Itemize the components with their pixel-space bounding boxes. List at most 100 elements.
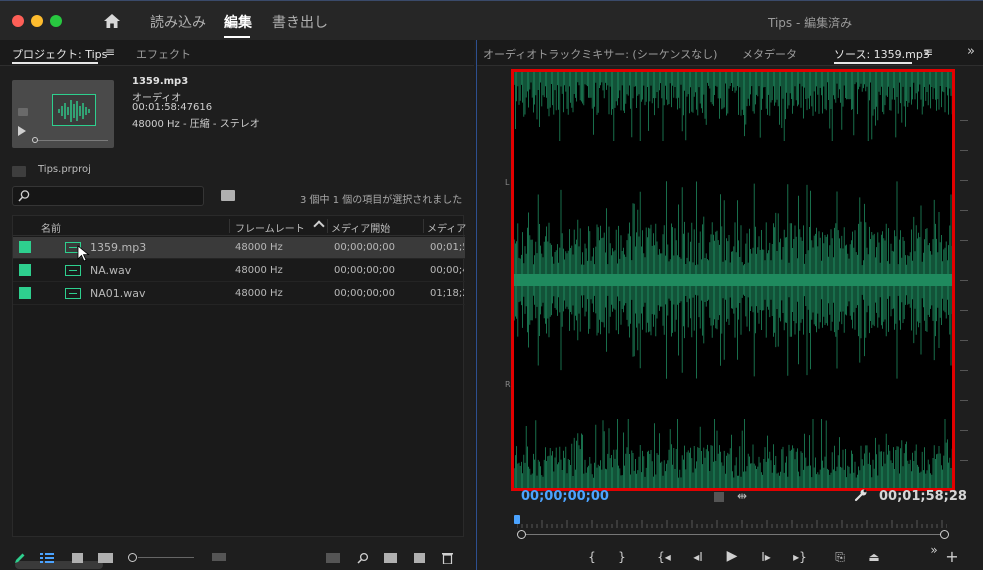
panel-menu-icon[interactable]: ≡ — [105, 45, 115, 59]
sort-ascending-icon[interactable] — [313, 220, 325, 232]
go-to-out-button[interactable]: ▸} — [791, 550, 809, 564]
zoom-scroll-knob-left[interactable] — [517, 530, 526, 539]
tab-effects[interactable]: エフェクト — [136, 46, 191, 62]
play-button[interactable]: ▶ — [723, 548, 741, 564]
close-window-button[interactable] — [12, 15, 24, 27]
tab-audio-track-mixer[interactable]: オーディオトラックミキサー: (シーケンスなし) — [483, 46, 717, 62]
channel-label-right: R — [505, 380, 511, 389]
sort-icons-icon[interactable] — [212, 553, 226, 561]
zoom-scroll-knob-right[interactable] — [940, 530, 949, 539]
row-name: NA01.wav — [90, 287, 146, 300]
audio-clip-icon — [65, 265, 81, 276]
panel-menu-icon[interactable]: ≡ — [923, 45, 933, 59]
selection-status: 3 個中 1 個の項目が選択されました — [300, 195, 463, 206]
freeform-view-icon[interactable] — [98, 553, 113, 563]
tab-project[interactable]: プロジェクト: Tips — [12, 46, 107, 62]
row-media-end: 01;18;24 — [430, 288, 464, 299]
playhead[interactable] — [514, 515, 520, 524]
zoom-scroll-track[interactable] — [521, 534, 943, 535]
search-box[interactable] — [12, 186, 204, 206]
new-search-bin-icon[interactable] — [221, 190, 235, 201]
clip-thumbnail[interactable] — [12, 80, 114, 148]
wrench-settings-icon[interactable] — [854, 488, 868, 502]
level-ruler-tick — [960, 310, 968, 311]
minimize-window-button[interactable] — [31, 15, 43, 27]
level-ruler-tick — [960, 210, 968, 211]
mark-in-button[interactable]: { — [583, 550, 601, 564]
row-media-start: 00;00;00;00 — [334, 265, 396, 276]
mark-out-button[interactable]: } — [613, 550, 631, 564]
button-editor-add-icon[interactable]: + — [943, 547, 961, 566]
tab-source[interactable]: ソース: 1359.mp3 — [834, 46, 930, 62]
transport-controls: { } {◂ ◂I ▶ I▸ ▸} ⎘ ⏏ » + — [477, 543, 983, 570]
search-input[interactable] — [35, 188, 195, 204]
go-to-in-button[interactable]: {◂ — [655, 550, 673, 564]
insert-button[interactable]: ⎘ — [831, 550, 849, 565]
mouse-pointer-icon — [77, 245, 90, 262]
pencil-icon[interactable] — [14, 552, 26, 564]
level-ruler-tick — [960, 370, 968, 371]
tab-metadata[interactable]: メタデータ — [742, 46, 797, 62]
thumbnail-scrub-track[interactable] — [34, 140, 108, 141]
workspace-tab-edit[interactable]: 編集 — [224, 12, 252, 32]
icon-view-icon[interactable] — [72, 553, 83, 563]
source-monitor-panel: オーディオトラックミキサー: (シーケンスなし) メタデータ ソース: 1359… — [476, 40, 983, 570]
project-file-name: Tips.prproj — [38, 164, 91, 175]
drag-video-icon[interactable] — [714, 492, 724, 502]
thumbnail-scrub-knob[interactable] — [32, 137, 38, 143]
label-color-swatch[interactable] — [19, 287, 31, 299]
zoom-window-button[interactable] — [50, 15, 62, 27]
row-frame-rate: 48000 Hz — [235, 288, 283, 299]
level-ruler-tick — [960, 430, 968, 431]
label-color-swatch[interactable] — [19, 241, 31, 253]
audio-waveform-icon — [52, 94, 96, 126]
time-ruler[interactable] — [517, 520, 947, 528]
column-header-media-end[interactable]: メディア — [427, 220, 466, 235]
workspace-tab-export[interactable]: 書き出し — [272, 12, 328, 32]
column-divider[interactable] — [423, 219, 424, 233]
new-bin-icon[interactable] — [384, 553, 397, 563]
column-header-name[interactable]: 名前 — [41, 220, 61, 235]
row-frame-rate: 48000 Hz — [235, 265, 283, 276]
level-ruler-tick — [960, 340, 968, 341]
playhead-timecode[interactable]: 00;00;00;00 — [521, 489, 609, 504]
trash-icon[interactable] — [442, 552, 453, 564]
zoom-slider-track[interactable] — [138, 557, 194, 558]
play-thumbnail-icon[interactable] — [18, 126, 26, 136]
zoom-slider-knob[interactable] — [128, 553, 137, 562]
level-ruler-tick — [960, 280, 968, 281]
project-bin-icon — [12, 166, 26, 177]
level-ruler-tick — [960, 400, 968, 401]
new-item-icon[interactable] — [414, 553, 425, 563]
table-row[interactable]: NA01.wav 48000 Hz 00;00;00;00 01;18;24 — [13, 283, 465, 305]
level-ruler-tick — [960, 150, 968, 151]
row-media-end: 00;00;41 — [430, 265, 464, 276]
drag-audio-icon[interactable]: ⇹ — [737, 489, 747, 503]
camera-icon — [18, 108, 28, 116]
row-name: NA.wav — [90, 264, 132, 277]
search-icon — [18, 190, 30, 202]
column-header-frame-rate[interactable]: フレームレート — [235, 220, 305, 235]
column-divider[interactable] — [327, 219, 328, 233]
level-ruler-tick — [960, 460, 968, 461]
row-frame-rate: 48000 Hz — [235, 242, 283, 253]
table-row[interactable]: NA.wav 48000 Hz 00;00;00;00 00;00;41 — [13, 260, 465, 282]
channel-label-left: L — [505, 178, 510, 187]
highlight-annotation-box — [511, 69, 955, 491]
column-header-media-start[interactable]: メディア開始 — [331, 220, 390, 235]
active-tab-indicator — [834, 62, 912, 64]
column-divider[interactable] — [229, 219, 230, 233]
step-forward-button[interactable]: I▸ — [757, 550, 775, 564]
home-icon[interactable] — [103, 12, 121, 30]
list-view-icon[interactable] — [40, 553, 54, 563]
row-media-start: 00;00;00;00 — [334, 288, 396, 299]
automate-to-sequence-icon[interactable] — [326, 553, 340, 563]
step-back-button[interactable]: ◂I — [689, 550, 707, 564]
overwrite-button[interactable]: ⏏ — [865, 550, 883, 564]
workspace-tab-import[interactable]: 読み込み — [150, 12, 206, 32]
label-color-swatch[interactable] — [19, 264, 31, 276]
tab-overflow-icon[interactable]: » — [967, 44, 975, 59]
find-icon[interactable] — [357, 552, 369, 564]
transport-overflow-icon[interactable]: » — [925, 543, 943, 557]
project-panel: プロジェクト: Tips ≡ エフェクト 1359.mp3 オーディオ 00:0… — [0, 40, 474, 570]
